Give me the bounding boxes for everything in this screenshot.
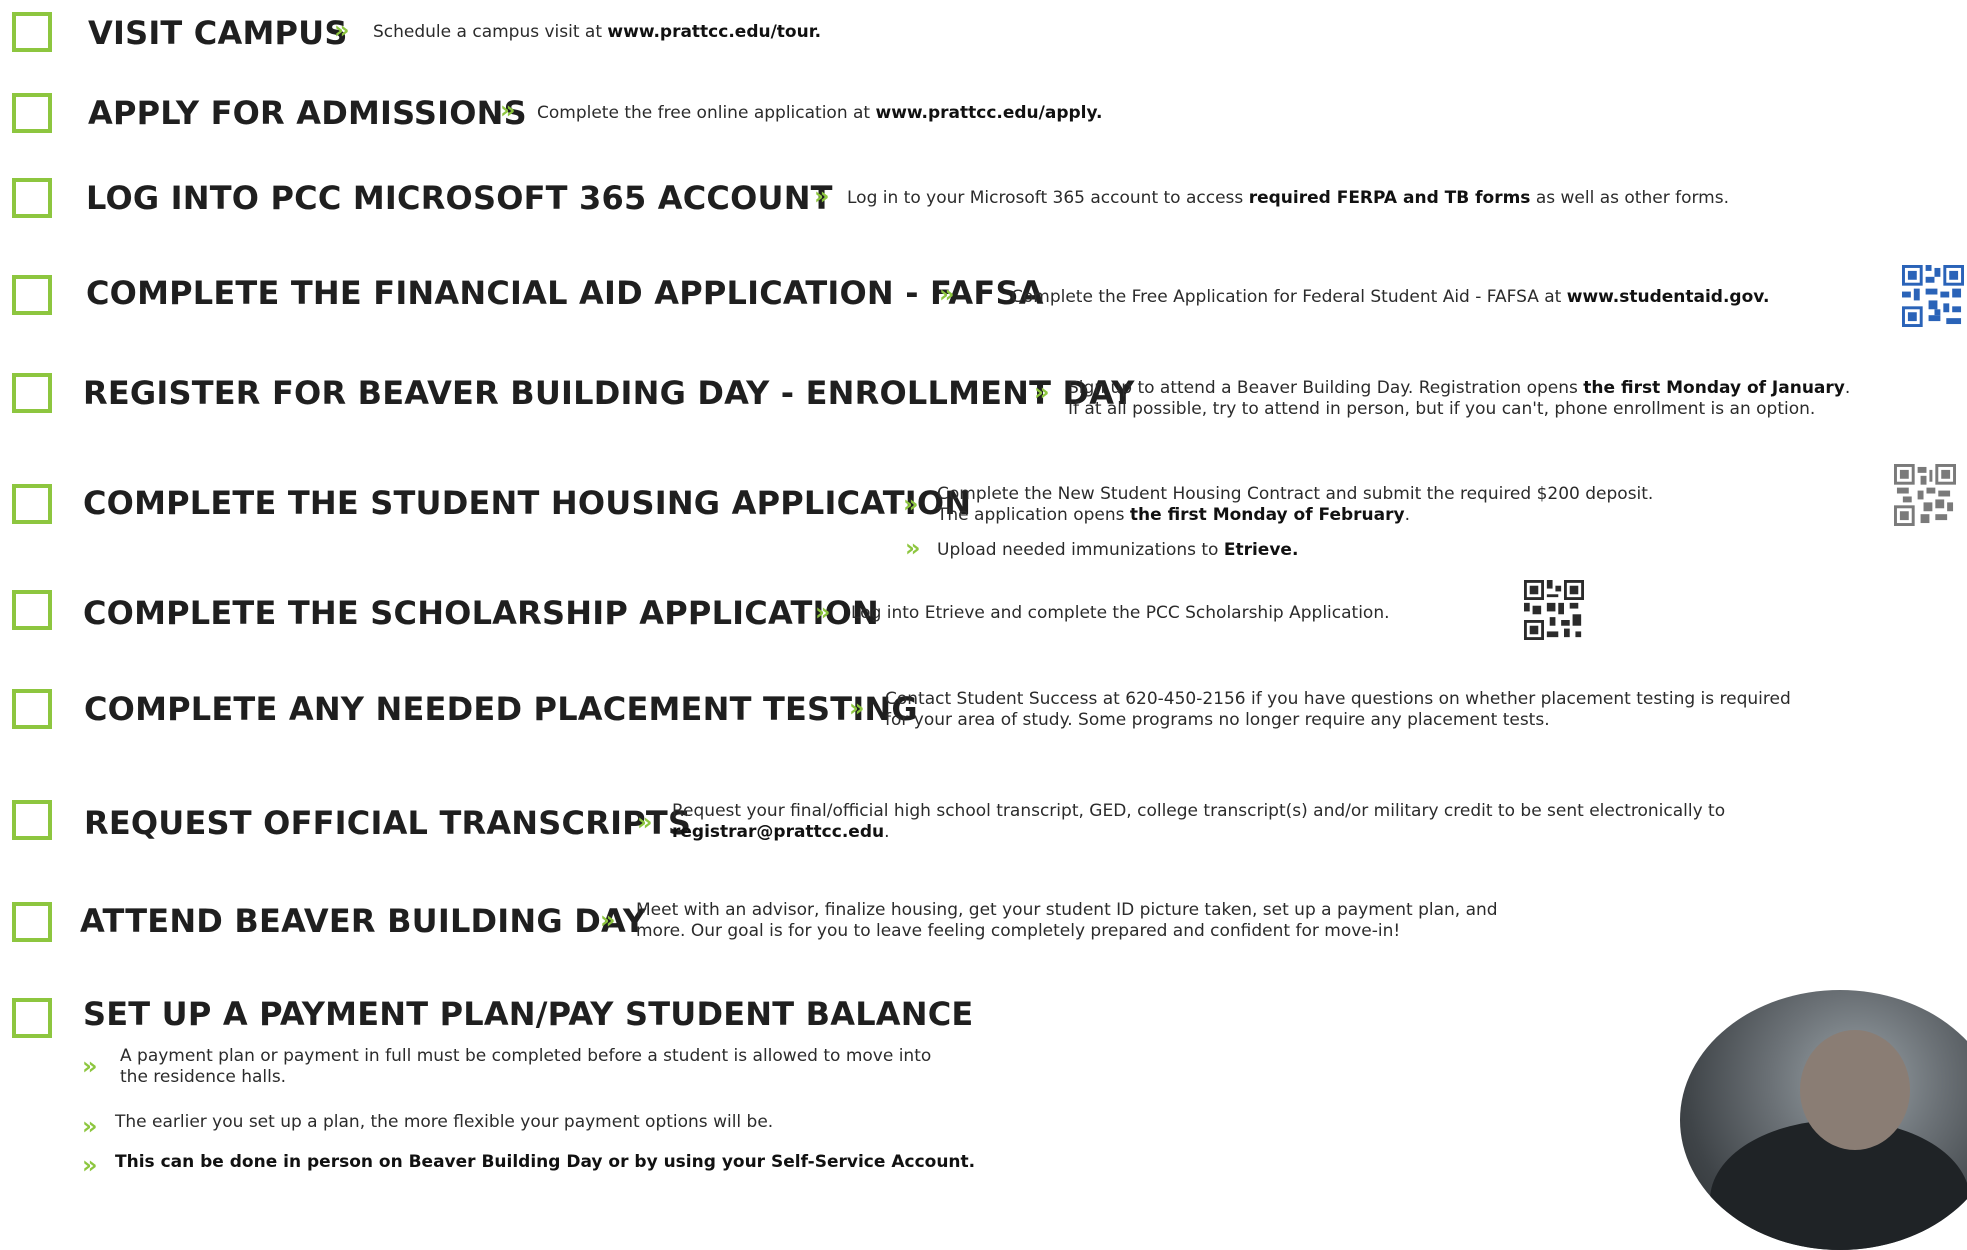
step-desc-placement-line2: for your area of study. Some programs no… [885, 710, 1550, 730]
step-title-apply-admissions: APPLY FOR ADMISSIONS [88, 94, 527, 132]
payment-bullet-1-line2: the residence halls. [120, 1067, 287, 1087]
photo-head [1800, 1030, 1910, 1150]
qr-code-icon[interactable] [1902, 265, 1964, 327]
step-desc-housing-bullet: Upload needed immunizations to Etrieve. [937, 540, 1299, 560]
step-desc-placement-line1: Contact Student Success at 620-450-2156 … [885, 689, 1791, 709]
double-chevron-right-icon: » [637, 808, 652, 836]
step-title-attend-bbd: ATTEND BEAVER BUILDING DAY [80, 902, 647, 940]
step-desc-log-into-365: Log in to your Microsoft 365 account to … [847, 188, 1729, 208]
payment-bullet-1-line1: A payment plan or payment in full must b… [120, 1046, 932, 1066]
step-desc-register-line2: If at all possible, try to attend in per… [1068, 399, 1816, 419]
step-title-transcripts: REQUEST OFFICIAL TRANSCRIPTS [84, 804, 692, 842]
checkbox-fafsa[interactable] [12, 275, 52, 315]
step-desc-transcripts-line1: Request your final/official high school … [672, 801, 1726, 821]
step-desc-register-line1: Sign up to attend a Beaver Building Day.… [1068, 378, 1851, 398]
step-title-register-bbd: REGISTER FOR BEAVER BUILDING DAY - ENROL… [83, 374, 1135, 412]
checkbox-placement[interactable] [12, 689, 52, 729]
step-title-placement: COMPLETE ANY NEEDED PLACEMENT TESTING [84, 690, 918, 728]
checkbox-attend-bbd[interactable] [12, 902, 52, 942]
step-desc-housing-line2: The application opens the first Monday o… [937, 505, 1410, 525]
double-chevron-right-icon: » [82, 1151, 97, 1179]
checkbox-log-into-365[interactable] [12, 178, 52, 218]
checkbox-apply-admissions[interactable] [12, 93, 52, 133]
checkbox-scholarship[interactable] [12, 590, 52, 630]
payment-bullet-3: This can be done in person on Beaver Bui… [115, 1152, 976, 1172]
apply-link[interactable]: www.prattcc.edu/apply. [875, 103, 1102, 123]
qr-code-icon[interactable] [1524, 580, 1584, 640]
step-desc-scholarship: Log into Etrieve and complete the PCC Sc… [851, 603, 1390, 623]
checkbox-register-bbd[interactable] [12, 373, 52, 413]
double-chevron-right-icon: » [814, 182, 829, 210]
double-chevron-right-icon: » [905, 534, 920, 562]
step-title-payment: SET UP A PAYMENT PLAN/PAY STUDENT BALANC… [83, 995, 974, 1033]
payment-bullet-2: The earlier you set up a plan, the more … [115, 1112, 774, 1132]
qr-code-icon[interactable] [1894, 464, 1956, 526]
double-chevron-right-icon: » [334, 16, 349, 44]
checkbox-payment[interactable] [12, 998, 52, 1038]
step-title-visit-campus: VISIT CAMPUS [88, 14, 348, 52]
registrar-email-link[interactable]: registrar@prattcc.edu [672, 822, 884, 842]
double-chevron-right-icon: » [939, 280, 954, 308]
step-desc-apply-admissions: Complete the free online application at … [537, 103, 1103, 123]
checkbox-visit-campus[interactable] [12, 12, 52, 52]
step-desc-attend-line1: Meet with an advisor, finalize housing, … [636, 900, 1498, 920]
double-chevron-right-icon: » [82, 1112, 97, 1140]
step-desc-housing-line1: Complete the New Student Housing Contrac… [937, 484, 1654, 504]
double-chevron-right-icon: » [600, 906, 615, 934]
tour-link[interactable]: www.prattcc.edu/tour. [607, 22, 821, 42]
step-desc-visit-campus: Schedule a campus visit at www.prattcc.e… [373, 22, 822, 42]
double-chevron-right-icon: » [82, 1052, 97, 1080]
step-desc-attend-line2: more. Our goal is for you to leave feeli… [636, 921, 1401, 941]
step-title-log-into-365: LOG INTO PCC MICROSOFT 365 ACCOUNT [86, 179, 833, 217]
double-chevron-right-icon: » [903, 490, 918, 518]
student-photo [1680, 990, 1967, 1250]
step-desc-transcripts-line2: registrar@prattcc.edu. [672, 822, 890, 842]
step-title-fafsa: COMPLETE THE FINANCIAL AID APPLICATION -… [86, 274, 1044, 312]
step-desc-fafsa: Complete the Free Application for Federa… [1011, 287, 1770, 307]
double-chevron-right-icon: » [1034, 378, 1049, 406]
step-title-scholarship: COMPLETE THE SCHOLARSHIP APPLICATION [83, 594, 879, 632]
checkbox-transcripts[interactable] [12, 800, 52, 840]
double-chevron-right-icon: » [849, 694, 864, 722]
double-chevron-right-icon: » [500, 96, 515, 124]
step-title-housing: COMPLETE THE STUDENT HOUSING APPLICATION [83, 484, 972, 522]
double-chevron-right-icon: » [815, 598, 830, 626]
studentaid-link[interactable]: www.studentaid.gov. [1567, 287, 1770, 307]
checkbox-housing[interactable] [12, 484, 52, 524]
